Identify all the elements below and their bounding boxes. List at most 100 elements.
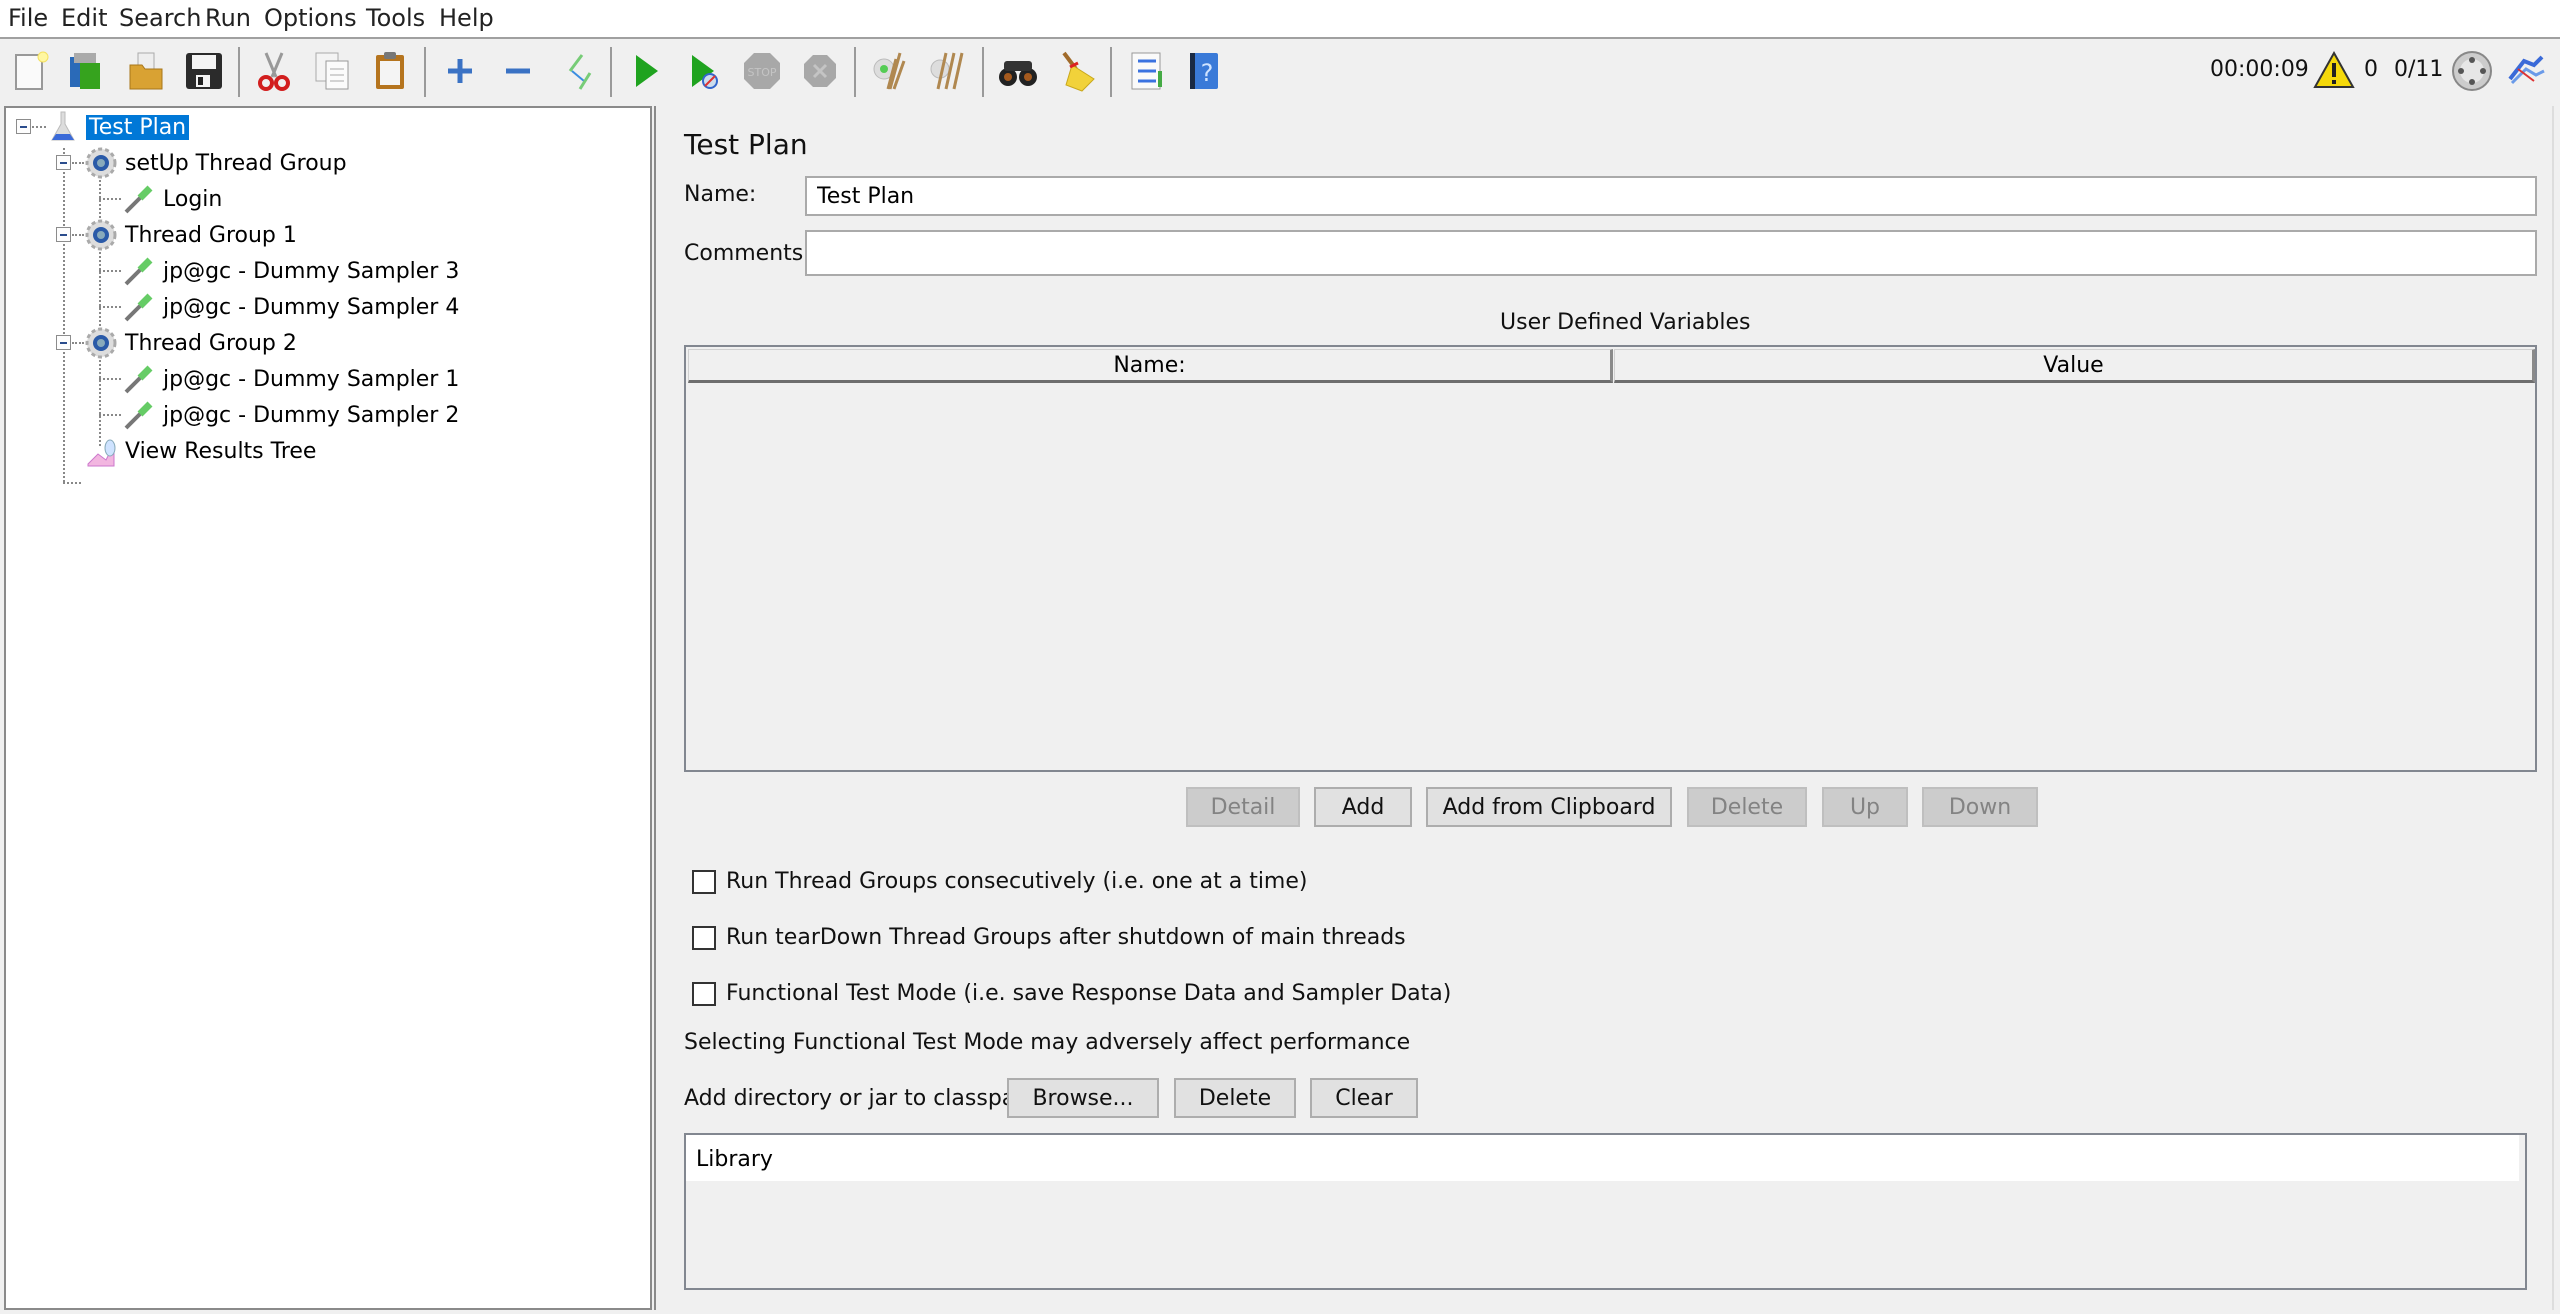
comments-label: Comments:	[684, 241, 811, 266]
new-icon	[15, 51, 49, 90]
add-button[interactable]: Add	[1314, 787, 1412, 827]
column-header-value[interactable]: Value	[1614, 349, 2535, 383]
remote-status-icon	[2452, 51, 2492, 91]
test-plan-icon	[51, 111, 75, 141]
svg-text:STOP: STOP	[748, 66, 777, 79]
name-field[interactable]	[805, 176, 2537, 216]
tree-item-login[interactable]: Login	[122, 182, 225, 216]
test-plan-tree: Test Plan setUp Thread Group Login Threa…	[4, 106, 652, 1310]
user-defined-variables-table[interactable]: Name: Value	[684, 345, 2537, 772]
sampler-icon	[124, 257, 153, 286]
tree-item-dummy-sampler-3[interactable]: jp@gc - Dummy Sampler 3	[122, 254, 462, 288]
save-button[interactable]	[180, 47, 228, 95]
expander-thread-group-1[interactable]	[56, 227, 71, 242]
expander-thread-group-2[interactable]	[56, 335, 71, 350]
page-title: Test Plan	[684, 128, 808, 161]
up-button[interactable]: Up	[1822, 787, 1908, 827]
tree-label: jp@gc - Dummy Sampler 4	[163, 294, 460, 320]
tree-item-dummy-sampler-4[interactable]: jp@gc - Dummy Sampler 4	[122, 290, 462, 324]
tree-item-thread-group-1[interactable]: Thread Group 1	[84, 218, 300, 252]
collapse-all-icon	[506, 68, 530, 74]
name-label: Name:	[684, 182, 757, 207]
menu-help[interactable]: Help	[439, 4, 494, 32]
new-button[interactable]	[6, 47, 54, 95]
paste-icon	[376, 52, 404, 89]
search-button[interactable]	[994, 47, 1042, 95]
expand-all-icon	[448, 59, 472, 83]
copy-button[interactable]	[308, 47, 356, 95]
menu-options[interactable]: Options	[264, 4, 357, 32]
expander-test-plan[interactable]	[16, 119, 31, 134]
classpath-label: Add directory or jar to classpath	[684, 1086, 1038, 1111]
tree-label: jp@gc - Dummy Sampler 1	[163, 366, 460, 392]
tree-item-view-results-tree[interactable]: View Results Tree	[84, 434, 319, 468]
function-helper-button[interactable]	[1122, 47, 1170, 95]
tree-label: jp@gc - Dummy Sampler 3	[163, 258, 460, 284]
start-no-pauses-icon	[692, 55, 718, 89]
open-icon	[129, 52, 163, 90]
toolbar: STOP ? 00:00:09 0 0/11	[0, 39, 2560, 105]
function-helper-icon	[1131, 52, 1162, 90]
library-header: Library	[686, 1135, 2519, 1181]
paste-button[interactable]	[366, 47, 414, 95]
start-icon	[636, 55, 658, 87]
menu-tools[interactable]: Tools	[366, 4, 425, 32]
run-teardown-checkbox[interactable]	[692, 926, 716, 950]
sampler-icon	[124, 365, 153, 394]
tree-item-dummy-sampler-2[interactable]: jp@gc - Dummy Sampler 2	[122, 398, 462, 432]
clear-button[interactable]	[864, 47, 912, 95]
open-button[interactable]	[122, 47, 170, 95]
save-icon	[186, 53, 222, 89]
menu-search[interactable]: Search	[119, 4, 201, 32]
add-from-clipboard-button[interactable]: Add from Clipboard	[1426, 787, 1672, 827]
help-icon: ?	[1190, 53, 1218, 89]
panel-splitter[interactable]	[654, 106, 660, 1310]
tree-item-test-plan[interactable]: Test Plan	[46, 110, 190, 144]
comments-field[interactable]	[805, 230, 2537, 276]
log-viewer-icon	[2508, 55, 2545, 85]
tree-item-dummy-sampler-1[interactable]: jp@gc - Dummy Sampler 1	[122, 362, 462, 396]
start-no-pauses-button[interactable]	[680, 47, 728, 95]
library-list[interactable]: Library	[684, 1133, 2527, 1290]
elapsed-time: 00:00:09	[2210, 57, 2309, 82]
run-teardown-label: Run tearDown Thread Groups after shutdow…	[726, 925, 1406, 950]
listener-icon	[87, 439, 116, 467]
warning-button[interactable]	[2310, 47, 2358, 95]
tree-item-setup-thread-group[interactable]: setUp Thread Group	[84, 146, 350, 180]
clear-classpath-button[interactable]: Clear	[1310, 1078, 1418, 1118]
expander-setup-thread-group[interactable]	[56, 155, 71, 170]
tree-item-thread-group-2[interactable]: Thread Group 2	[84, 326, 300, 360]
detail-button[interactable]: Detail	[1186, 787, 1300, 827]
remote-status-button[interactable]	[2448, 47, 2496, 95]
cut-button[interactable]	[250, 47, 298, 95]
delete-variable-button[interactable]: Delete	[1687, 787, 1807, 827]
tree-label: Login	[163, 186, 223, 212]
menu-run[interactable]: Run	[205, 4, 251, 32]
clear-all-button[interactable]	[922, 47, 970, 95]
menu-edit[interactable]: Edit	[61, 4, 107, 32]
down-button[interactable]: Down	[1922, 787, 2038, 827]
help-button[interactable]: ?	[1180, 47, 1228, 95]
log-viewer-button[interactable]	[2502, 47, 2550, 95]
templates-icon	[70, 53, 100, 89]
start-button[interactable]	[622, 47, 670, 95]
functional-test-mode-label: Functional Test Mode (i.e. save Response…	[726, 981, 1452, 1006]
menu-file[interactable]: File	[8, 4, 48, 32]
templates-button[interactable]	[62, 47, 110, 95]
collapse-all-button[interactable]	[494, 47, 542, 95]
expand-all-button[interactable]	[436, 47, 484, 95]
stop-button: STOP	[738, 47, 786, 95]
run-consecutively-checkbox[interactable]	[692, 870, 716, 894]
functional-test-mode-checkbox[interactable]	[692, 982, 716, 1006]
svg-text:?: ?	[1201, 59, 1214, 87]
delete-classpath-button[interactable]: Delete	[1174, 1078, 1296, 1118]
warning-count: 0	[2364, 57, 2378, 82]
reset-search-button[interactable]	[1052, 47, 1100, 95]
sampler-icon	[124, 185, 153, 214]
thread-group-icon	[85, 147, 117, 179]
menu-bar: File Edit Search Run Options Tools Help	[0, 0, 2560, 39]
sampler-icon	[124, 293, 153, 322]
column-header-name[interactable]: Name:	[688, 349, 1613, 383]
browse-button[interactable]: Browse...	[1007, 1078, 1159, 1118]
toggle-button[interactable]	[552, 47, 600, 95]
